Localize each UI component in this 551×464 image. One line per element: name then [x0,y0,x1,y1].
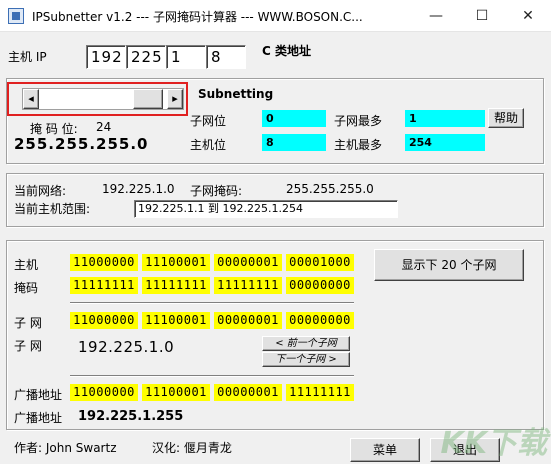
subnet-mask-label: 子网掩码: [190,184,243,198]
host-bits-label: 主机位 [190,138,227,152]
scroll-thumb[interactable] [133,89,163,109]
mask-bits-value: 24 [96,120,112,134]
mask-bits-scrollbar[interactable]: ◂ ▸ [22,88,184,110]
close-button[interactable]: ✕ [505,0,551,32]
ip-class-label: C 类地址 [262,44,311,58]
max-subnets-label: 子网最多 [334,114,383,128]
subnet-bits-octet-4: 00000000 [286,312,354,329]
broadcast-address-value: 192.225.1.255 [78,409,184,424]
minimize-button[interactable]: — [413,0,459,32]
subnet-bits-octet-1: 11000000 [70,312,138,329]
binary-broadcast-label: 广播地址 [14,388,63,402]
help-button[interactable]: 帮助 [488,108,524,128]
subnet-bits-label: 子网位 [190,114,227,128]
max-subnets-value: 1 [405,110,485,127]
author-label: 作者: John Swartz [14,441,117,455]
scroll-right-button[interactable]: ▸ [167,89,183,109]
separator-line [70,302,354,304]
subnetting-title: Subnetting [198,87,274,101]
current-network-value: 192.225.1.0 [102,182,175,196]
title-bar: IPSubnetter v1.2 --- 子网掩码计算器 --- WWW.BOS… [0,0,551,32]
menu-button[interactable]: 菜单 [350,438,420,462]
mask-bits-octet-4: 00000000 [286,277,354,294]
broadcast-bits-octet-2: 11100001 [142,384,210,401]
separator-line-2 [70,375,354,377]
translator-label: 汉化: 偃月青龙 [152,441,232,455]
host-bits-octet-2: 11100001 [142,254,210,271]
host-bits-value: 8 [262,134,326,151]
prev-subnet-button[interactable]: < 前一个子网 [262,336,350,351]
broadcast-bits-octet-3: 00000001 [214,384,282,401]
show-subnets-button[interactable]: 显示下 20 个子网 [374,249,524,281]
subnet-bits-value: 0 [262,110,326,127]
host-ip-label: 主机 IP [8,50,47,64]
subnet-bits-octet-3: 00000001 [214,312,282,329]
host-bits-octet-3: 00000001 [214,254,282,271]
broadcast-address-label: 广播地址 [14,411,63,425]
broadcast-bits-octet-4: 11111111 [286,384,354,401]
subnet-address-label: 子 网 [14,339,42,353]
mask-bits-octet-3: 11111111 [214,277,282,294]
ip-octet-1-input[interactable]: 192 [86,45,126,69]
subnet-bits-octet-2: 11100001 [142,312,210,329]
host-bits-octet-4: 00001000 [286,254,354,271]
current-network-label: 当前网络: [14,184,67,198]
next-subnet-button[interactable]: 下一个子网 > [262,352,350,367]
max-hosts-label: 主机最多 [334,138,383,152]
ip-octet-2-input[interactable]: 225 [126,45,166,69]
broadcast-bits-octet-1: 11000000 [70,384,138,401]
host-bits-octet-1: 11000000 [70,254,138,271]
ip-octet-3-input[interactable]: 1 [166,45,206,69]
subnet-address-value: 192.225.1.0 [78,338,175,356]
mask-bits-octet-2: 11111111 [142,277,210,294]
host-range-field[interactable]: 192.225.1.1 到 192.225.1.254 [134,200,398,218]
mask-value: 255.255.255.0 [14,135,149,153]
host-range-label: 当前主机范围: [14,202,91,216]
app-icon [8,8,24,24]
max-hosts-value: 254 [405,134,485,151]
watermark-logo: KK下载 [440,426,548,461]
mask-bits-octet-1: 11111111 [70,277,138,294]
scroll-track[interactable] [39,89,133,109]
maximize-button[interactable]: ☐ [459,0,505,32]
binary-mask-label: 掩码 [14,281,39,295]
binary-subnet-label: 子 网 [14,316,42,330]
window-title: IPSubnetter v1.2 --- 子网掩码计算器 --- WWW.BOS… [32,10,363,24]
subnet-mask-value: 255.255.255.0 [286,182,374,196]
binary-host-label: 主机 [14,258,39,272]
ip-octet-4-input[interactable]: 8 [206,45,246,69]
scroll-left-button[interactable]: ◂ [23,89,39,109]
